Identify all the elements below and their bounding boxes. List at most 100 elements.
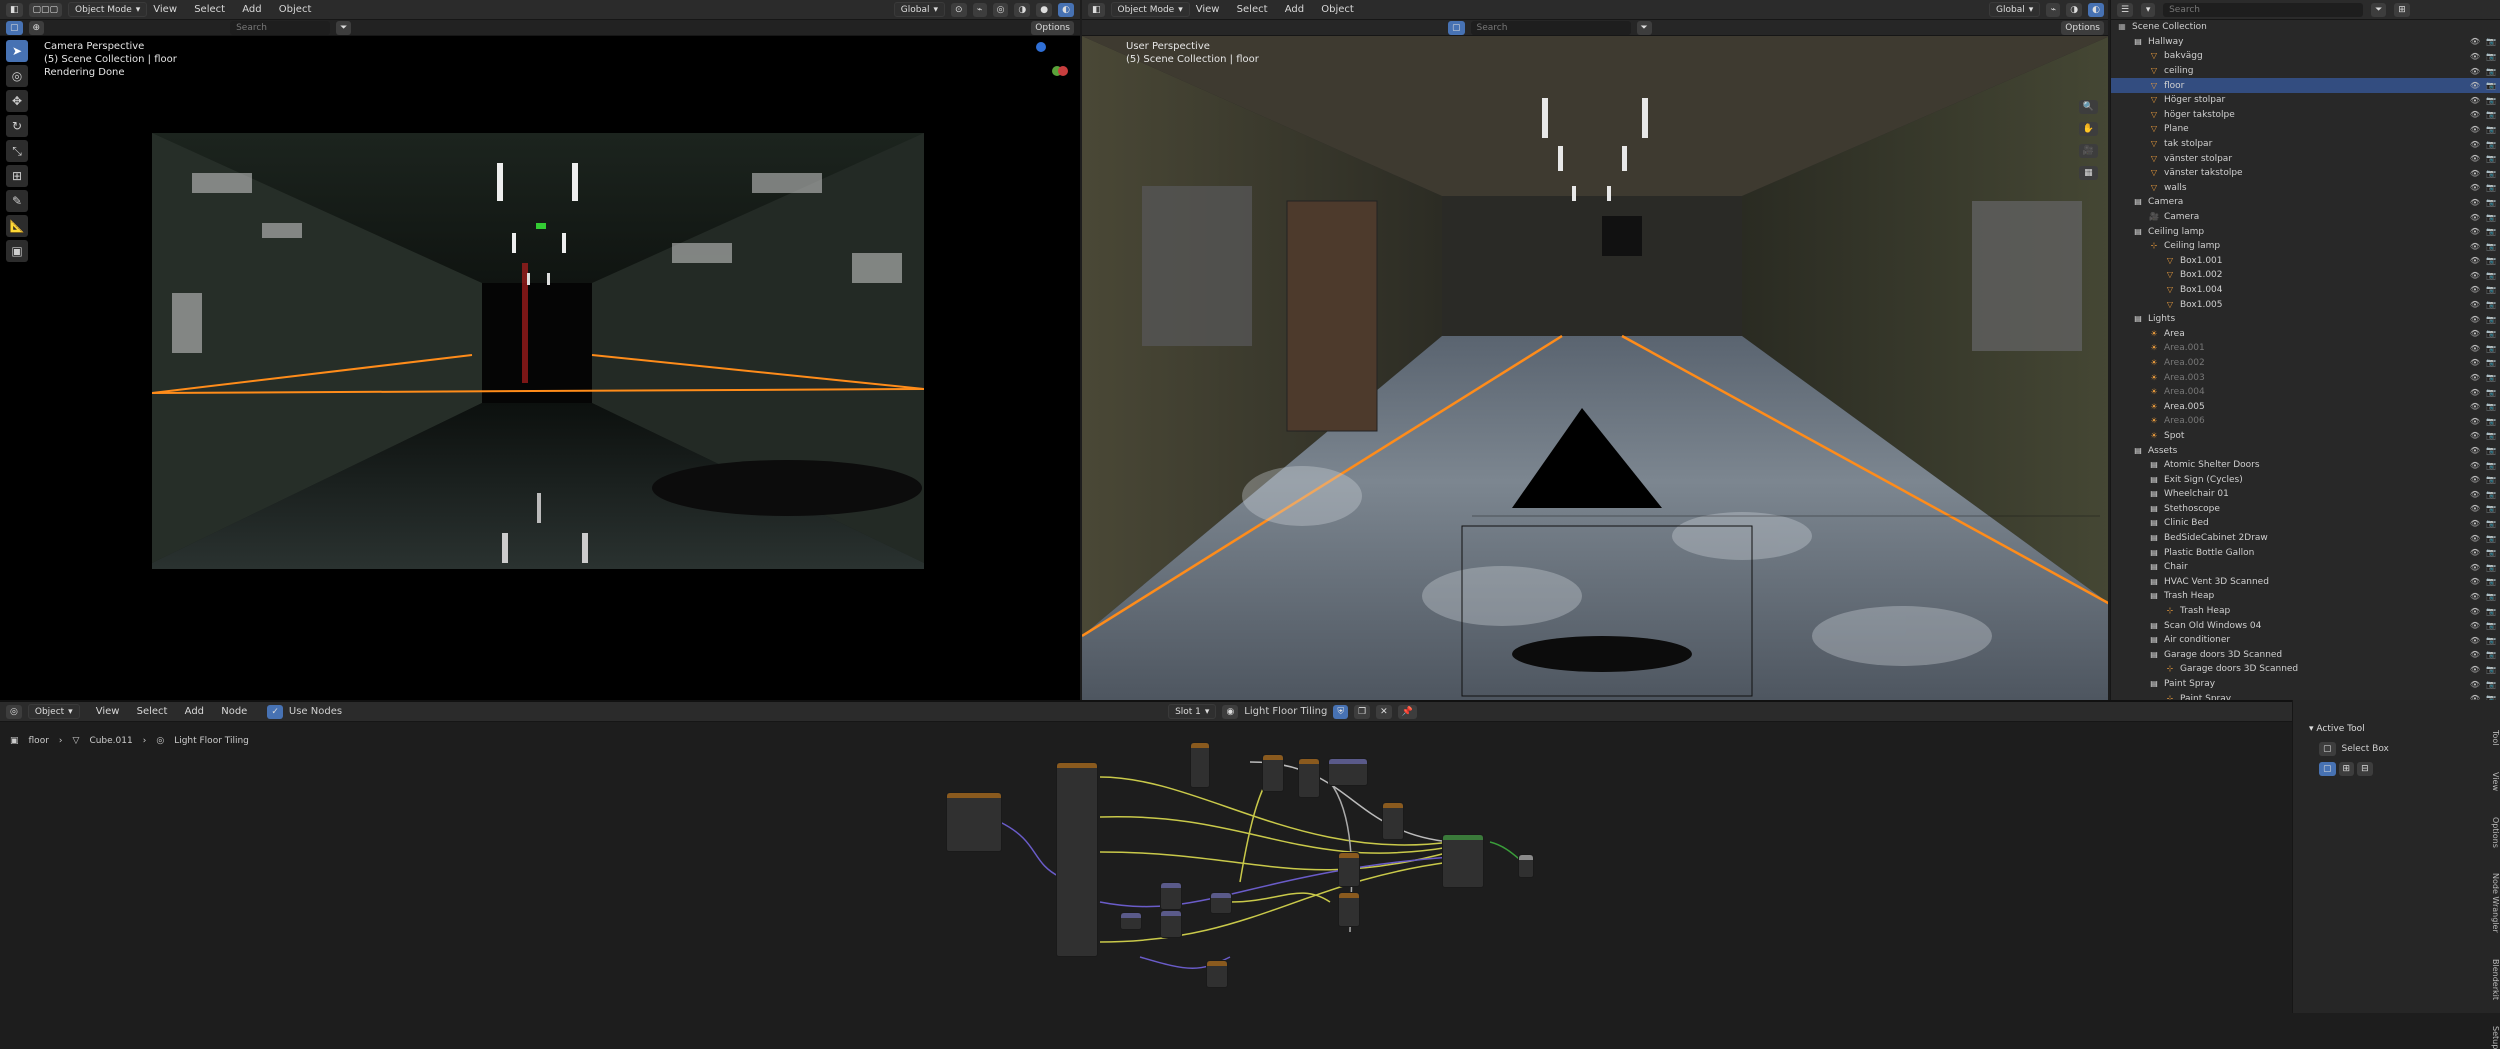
camera-render-icon[interactable]: 📷: [2486, 504, 2496, 513]
outliner-row[interactable]: ▤ BedSideCabinet 2Draw 👁 📷: [2111, 531, 2500, 546]
eye-icon[interactable]: 👁: [2470, 227, 2480, 236]
outliner-row[interactable]: ☀ Area.004 👁 📷: [2111, 385, 2500, 400]
visibility-toggles[interactable]: 👁 📷: [2470, 358, 2496, 367]
eye-icon[interactable]: 👁: [2470, 169, 2480, 178]
zoom-icon[interactable]: 🔍: [2078, 100, 2098, 114]
camera-render-icon[interactable]: 📷: [2486, 519, 2496, 528]
visibility-toggles[interactable]: 👁 📷: [2470, 154, 2496, 163]
orientation-select[interactable]: Global ▾: [1989, 2, 2041, 17]
menu-add[interactable]: Add: [242, 4, 261, 15]
eye-icon[interactable]: 👁: [2470, 271, 2480, 280]
camera-view-icon[interactable]: 🎥: [2078, 144, 2098, 158]
camera-render-icon[interactable]: 📷: [2486, 256, 2496, 265]
eye-icon[interactable]: 👁: [2470, 300, 2480, 309]
eye-icon[interactable]: 👁: [2470, 154, 2480, 163]
outliner-row[interactable]: ☀ Area.005 👁 📷: [2111, 399, 2500, 414]
visibility-toggles[interactable]: 👁 📷: [2470, 256, 2496, 265]
menu-view[interactable]: View: [153, 4, 177, 15]
add-cube-icon[interactable]: ▣: [6, 240, 28, 262]
shader-node[interactable]: [1298, 758, 1320, 798]
outliner-row[interactable]: ▽ Box1.005 👁 📷: [2111, 297, 2500, 312]
shader-node[interactable]: [1518, 854, 1534, 878]
camera-render-icon[interactable]: 📷: [2486, 300, 2496, 309]
editor-type-icon[interactable]: ◧: [6, 2, 23, 17]
shading-material-icon[interactable]: ◐: [2088, 2, 2104, 17]
proportional-icon[interactable]: ◎: [992, 2, 1009, 17]
outliner-row[interactable]: ▽ vänster takstolpe 👁 📷: [2111, 166, 2500, 181]
camera-render-icon[interactable]: 📷: [2486, 271, 2496, 280]
shader-node[interactable]: [1056, 762, 1098, 957]
eye-icon[interactable]: 👁: [2470, 198, 2480, 207]
eye-icon[interactable]: 👁: [2470, 650, 2480, 659]
cursor-select-icon[interactable]: ➤: [6, 40, 28, 62]
camera-render-icon[interactable]: 📷: [2486, 548, 2496, 557]
select-mode-icons[interactable]: ▢▢▢: [28, 2, 63, 17]
visibility-toggles[interactable]: 👁 📷: [2470, 461, 2496, 470]
mode-select[interactable]: Object Mode ▾: [68, 2, 148, 17]
collapse-arrow-icon[interactable]: ▾: [2309, 724, 2314, 734]
camera-render-icon[interactable]: 📷: [2486, 431, 2496, 440]
camera-render-icon[interactable]: 📷: [2486, 388, 2496, 397]
visibility-toggles[interactable]: 👁 📷: [2470, 504, 2496, 513]
outliner-row[interactable]: ▤ Trash Heap 👁 📷: [2111, 589, 2500, 604]
global-icon[interactable]: ⊕: [28, 20, 45, 35]
eye-icon[interactable]: 👁: [2470, 388, 2480, 397]
camera-render-icon[interactable]: 📷: [2486, 329, 2496, 338]
visibility-toggles[interactable]: 👁 📷: [2470, 37, 2496, 46]
outliner-row[interactable]: ▤ Clinic Bed 👁 📷: [2111, 516, 2500, 531]
select-box-tool-icon[interactable]: ▢: [2319, 742, 2336, 756]
camera-render-icon[interactable]: 📷: [2486, 213, 2496, 222]
camera-render-icon[interactable]: 📷: [2486, 242, 2496, 251]
snap-icon[interactable]: ⌁: [2046, 2, 2061, 17]
tab-blenderkit[interactable]: Blenderkit: [2486, 959, 2500, 1000]
eye-icon[interactable]: 👁: [2470, 519, 2480, 528]
eye-icon[interactable]: 👁: [2470, 417, 2480, 426]
eye-icon[interactable]: 👁: [2470, 563, 2480, 572]
camera-render-icon[interactable]: 📷: [2486, 110, 2496, 119]
camera-render-icon[interactable]: 📷: [2486, 198, 2496, 207]
camera-render-icon[interactable]: 📷: [2486, 490, 2496, 499]
camera-render-icon[interactable]: 📷: [2486, 373, 2496, 382]
new-collection-icon[interactable]: ⊞: [2394, 2, 2410, 17]
camera-render-icon[interactable]: 📷: [2486, 125, 2496, 134]
visibility-toggles[interactable]: 👁 📷: [2470, 388, 2496, 397]
visibility-toggles[interactable]: 👁 📷: [2470, 67, 2496, 76]
visibility-toggles[interactable]: 👁 📷: [2470, 650, 2496, 659]
visibility-toggles[interactable]: 👁 📷: [2470, 577, 2496, 586]
camera-render-icon[interactable]: 📷: [2486, 621, 2496, 630]
tab-node-wrangler[interactable]: Node Wrangler: [2486, 873, 2500, 933]
left-viewport[interactable]: ◧ ▢▢▢ Object Mode ▾ View Select Add Objec…: [0, 0, 1080, 700]
camera-render-icon[interactable]: 📷: [2486, 461, 2496, 470]
mode-select[interactable]: Object Mode ▾: [1110, 2, 1190, 17]
visibility-toggles[interactable]: 👁 📷: [2470, 227, 2496, 236]
eye-icon[interactable]: 👁: [2470, 96, 2480, 105]
eye-icon[interactable]: 👁: [2470, 475, 2480, 484]
visibility-toggles[interactable]: 👁 📷: [2470, 213, 2496, 222]
eye-icon[interactable]: 👁: [2470, 621, 2480, 630]
outliner-row[interactable]: ▽ höger takstolpe 👁 📷: [2111, 108, 2500, 123]
camera-render-icon[interactable]: 📷: [2486, 169, 2496, 178]
filter-icon[interactable]: ⏷: [1636, 20, 1652, 35]
menu-view[interactable]: View: [1196, 4, 1220, 15]
outliner-row[interactable]: ▽ Box1.002 👁 📷: [2111, 268, 2500, 283]
visibility-toggles[interactable]: 👁 📷: [2470, 548, 2496, 557]
menu-select[interactable]: Select: [1237, 4, 1268, 15]
overlay-icon[interactable]: ◑: [1014, 2, 1031, 17]
mode-subtract-icon[interactable]: ⊟: [2357, 762, 2373, 776]
visibility-toggles[interactable]: 👁 📷: [2470, 373, 2496, 382]
visibility-toggles[interactable]: 👁 📷: [2470, 300, 2496, 309]
pan-hand-icon[interactable]: ✋: [2078, 122, 2098, 136]
filter-icon[interactable]: ⏷: [2371, 2, 2387, 17]
eye-icon[interactable]: 👁: [2470, 213, 2480, 222]
shader-node[interactable]: [1338, 852, 1360, 887]
shading-solid-icon[interactable]: ●: [1036, 2, 1053, 17]
visibility-toggles[interactable]: 👁 📷: [2470, 607, 2496, 616]
eye-icon[interactable]: 👁: [2470, 402, 2480, 411]
outliner-row[interactable]: ▽ ceiling 👁 📷: [2111, 64, 2500, 79]
camera-render-icon[interactable]: 📷: [2486, 650, 2496, 659]
camera-render-icon[interactable]: 📷: [2486, 227, 2496, 236]
menu-select[interactable]: Select: [194, 4, 225, 15]
orientation-select[interactable]: Global ▾: [893, 2, 946, 17]
outliner-row[interactable]: ⊹ Trash Heap 👁 📷: [2111, 604, 2500, 619]
annotate-icon[interactable]: ✎: [6, 190, 28, 212]
